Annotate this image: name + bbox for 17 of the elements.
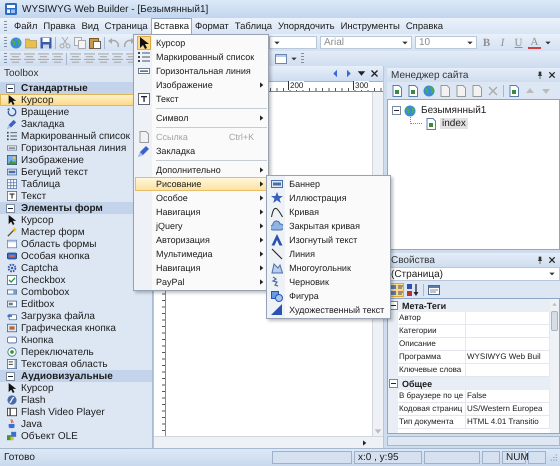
property-name: Описание — [398, 338, 466, 351]
shortcut-label: Ctrl+K — [228, 132, 256, 142]
property-name: Тип документа — [398, 416, 466, 429]
property-name: В браузере по це — [398, 390, 466, 403]
ruler-label: 300 — [353, 81, 370, 90]
ruler-label: 200 — [288, 81, 304, 90]
panel-title: Toolbox — [3, 67, 40, 81]
property-name: Программа — [398, 351, 466, 364]
property-name: Кодовая страниц — [398, 403, 466, 416]
window-title: WYSIWYG Web Builder - [Безымянный1] — [22, 4, 208, 14]
property-name: Категории — [398, 325, 466, 338]
status-num: NUM — [502, 451, 526, 464]
status-coordinates: x:0 , y:95 — [354, 451, 422, 464]
panel-title: Менеджер сайта — [391, 70, 470, 80]
panel-title: Свойства — [391, 254, 436, 266]
status-text: Готово — [4, 452, 36, 463]
property-name: Автор — [398, 312, 466, 325]
